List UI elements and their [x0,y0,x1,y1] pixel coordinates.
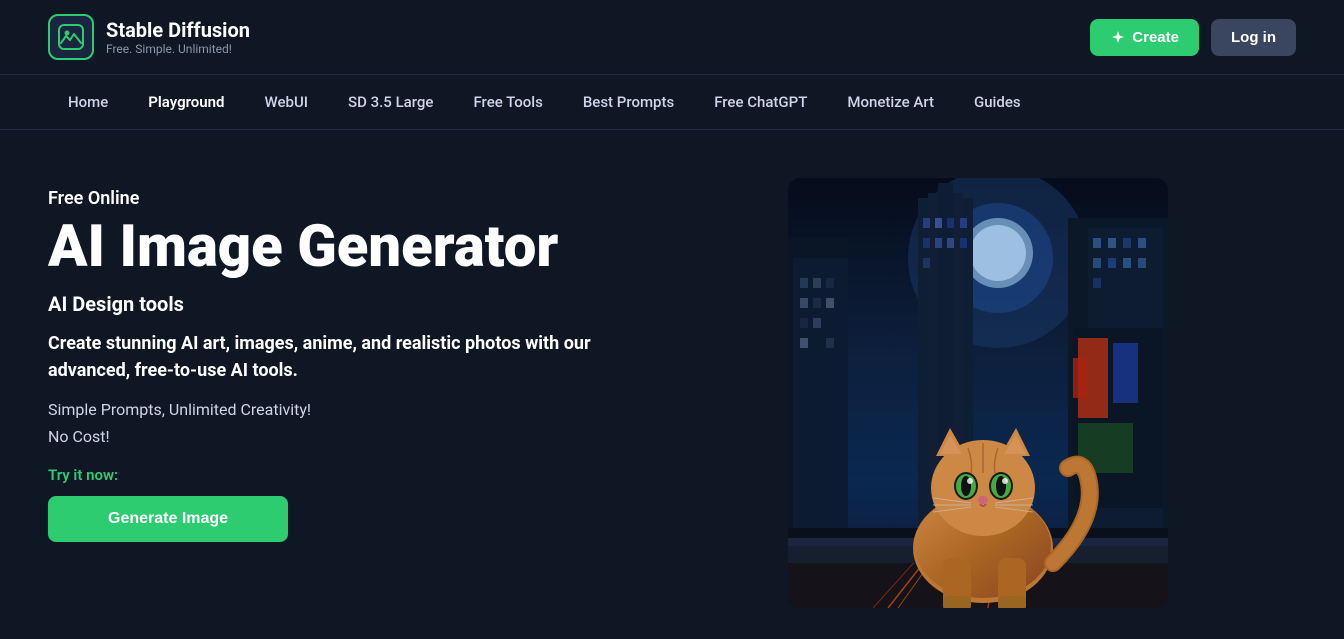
header-right: Create Log in [1090,19,1296,56]
hero-image-container [788,178,1168,608]
nav-item-freetools[interactable]: Free Tools [453,75,562,129]
nav-item-monetizeart[interactable]: Monetize Art [827,75,954,129]
hero-description: Create stunning AI art, images, anime, a… [48,330,628,384]
hero-nocost: No Cost! [48,427,748,446]
free-online-label: Free Online [48,188,748,209]
try-now-label: Try it now: [48,466,748,484]
nav-item-freechatgpt[interactable]: Free ChatGPT [694,75,827,129]
nav-item-bestprompts[interactable]: Best Prompts [563,75,694,129]
nav-item-playground[interactable]: Playground [128,75,244,129]
logo-icon [48,14,94,60]
brand-text: Stable Diffusion Free. Simple. Unlimited… [106,18,250,56]
hero-text: Free Online AI Image Generator AI Design… [48,178,748,542]
hero-subtitle: AI Design tools [48,292,748,316]
hero-tagline: Simple Prompts, Unlimited Creativity! [48,400,748,419]
header-left: Stable Diffusion Free. Simple. Unlimited… [48,14,250,60]
nav-list: Home Playground WebUI SD 3.5 Large Free … [48,75,1296,129]
header: Stable Diffusion Free. Simple. Unlimited… [0,0,1344,74]
nav-item-webui[interactable]: WebUI [245,75,329,129]
brand-name: Stable Diffusion [106,18,250,42]
main-nav: Home Playground WebUI SD 3.5 Large Free … [0,74,1344,130]
main-content: Free Online AI Image Generator AI Design… [0,130,1344,608]
nav-item-sd35large[interactable]: SD 3.5 Large [328,75,453,129]
hero-image [788,178,1168,608]
hero-title: AI Image Generator [48,217,748,278]
brand-tagline: Free. Simple. Unlimited! [106,42,250,56]
create-button[interactable]: Create [1090,19,1199,56]
generate-button[interactable]: Generate Image [48,496,288,542]
nav-item-home[interactable]: Home [48,75,128,129]
nav-item-guides[interactable]: Guides [954,75,1041,129]
login-button[interactable]: Log in [1211,19,1296,56]
